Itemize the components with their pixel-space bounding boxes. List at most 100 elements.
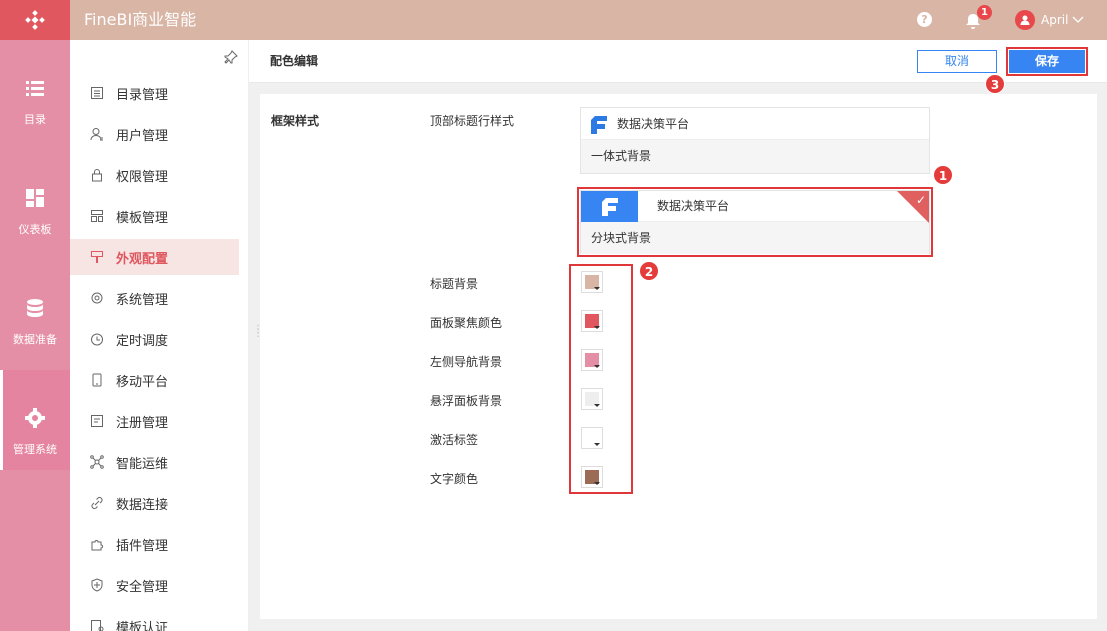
menu-item-label: 移动平台 bbox=[116, 374, 169, 390]
rail-label: 仪表板 bbox=[18, 223, 52, 236]
card-caption: 一体式背景 bbox=[581, 140, 929, 173]
color-picker[interactable] bbox=[581, 388, 603, 410]
menu-item-label: 注册管理 bbox=[116, 415, 169, 431]
card-caption: 分块式背景 bbox=[581, 222, 929, 254]
rail-item-dashboard[interactable]: 仪表板 bbox=[0, 150, 70, 250]
field-label: 顶部标题行样式 bbox=[430, 114, 515, 128]
menu-item-clock[interactable]: 定时调度 bbox=[70, 321, 239, 357]
mobile-icon bbox=[92, 373, 102, 387]
rail-item-admin[interactable]: 管理系统 bbox=[0, 370, 70, 470]
dropdown-caret-icon bbox=[594, 443, 600, 446]
rail-item-catalog[interactable]: 目录 bbox=[0, 40, 70, 140]
color-field-label: 标题背景 bbox=[430, 277, 479, 291]
user-avatar[interactable] bbox=[1015, 10, 1035, 30]
color-field-label: 文字颜色 bbox=[430, 472, 479, 486]
plugin-icon bbox=[91, 540, 103, 551]
lock-icon bbox=[92, 169, 102, 182]
menu-item-brush[interactable]: 外观配置 bbox=[70, 239, 239, 275]
catalog-icon bbox=[91, 87, 103, 99]
logo-icon bbox=[25, 10, 45, 30]
top-bar: FineBI商业智能 ? 1 April bbox=[0, 0, 1107, 40]
menu-item-label: 外观配置 bbox=[116, 251, 169, 267]
menu-item-label: 用户管理 bbox=[116, 128, 169, 144]
chevron-down-icon[interactable] bbox=[1072, 14, 1084, 26]
settings-icon bbox=[91, 292, 103, 304]
menu-item-label: 目录管理 bbox=[116, 87, 169, 103]
color-field-label: 左侧导航背景 bbox=[430, 355, 503, 369]
color-picker[interactable] bbox=[581, 349, 603, 371]
save-button[interactable]: 保存 bbox=[1009, 50, 1085, 73]
cancel-button[interactable]: 取消 bbox=[917, 50, 997, 73]
menu-item-catalog[interactable]: 目录管理 bbox=[70, 75, 239, 111]
check-icon: ✓ bbox=[915, 193, 926, 207]
section-label: 框架样式 bbox=[271, 114, 320, 128]
gear-icon bbox=[25, 408, 45, 428]
menu-item-register[interactable]: 注册管理 bbox=[70, 403, 239, 439]
logo[interactable] bbox=[0, 0, 70, 40]
color-field-label: 面板聚焦颜色 bbox=[430, 316, 503, 330]
color-field-label: 激活标签 bbox=[430, 433, 479, 447]
rail-label: 目录 bbox=[24, 113, 46, 126]
rail-label: 管理系统 bbox=[13, 443, 57, 456]
menu-item-shield[interactable]: 安全管理 bbox=[70, 567, 239, 603]
cert-icon bbox=[91, 620, 104, 631]
menu-item-plugin[interactable]: 插件管理 bbox=[70, 526, 239, 562]
user-icon bbox=[1020, 15, 1030, 25]
brand-logo-icon bbox=[591, 116, 607, 134]
rail-item-data-prep[interactable]: 数据准备 bbox=[0, 260, 70, 360]
menu-item-label: 定时调度 bbox=[116, 333, 169, 349]
menu-item-mobile[interactable]: 移动平台 bbox=[70, 362, 239, 398]
network-icon bbox=[90, 455, 104, 469]
register-icon bbox=[91, 415, 103, 427]
color-field-label: 悬浮面板背景 bbox=[430, 394, 503, 408]
style-option-split[interactable]: 数据决策平台 ✓ 分块式背景 bbox=[580, 190, 930, 254]
shield-icon bbox=[91, 578, 103, 592]
menu-item-lock[interactable]: 权限管理 bbox=[70, 157, 239, 193]
menu-item-template[interactable]: 模板管理 bbox=[70, 198, 239, 234]
list-icon bbox=[26, 81, 44, 96]
link-icon bbox=[91, 497, 103, 509]
style-option-integrated[interactable]: 数据决策平台 一体式背景 bbox=[580, 107, 930, 174]
editor-header: 配色编辑 取消 保存 bbox=[249, 40, 1107, 83]
menu-item-label: 模板管理 bbox=[116, 210, 169, 226]
menu-item-settings[interactable]: 系统管理 bbox=[70, 280, 239, 316]
callout-badge: 1 bbox=[933, 165, 953, 185]
menu-item-label: 数据连接 bbox=[116, 497, 169, 513]
brand-block bbox=[581, 191, 638, 222]
rail-label: 数据准备 bbox=[13, 333, 57, 346]
app-title: FineBI商业智能 bbox=[84, 10, 197, 29]
card-brand-text: 数据决策平台 bbox=[657, 199, 730, 213]
color-picker[interactable] bbox=[581, 427, 603, 449]
swatch-highlight bbox=[569, 264, 633, 494]
dropdown-caret-icon bbox=[594, 404, 600, 407]
dropdown-caret-icon bbox=[594, 365, 600, 368]
menu-item-label: 智能运维 bbox=[116, 456, 169, 472]
dropdown-caret-icon bbox=[594, 287, 600, 290]
callout-badge: 3 bbox=[985, 74, 1005, 94]
dropdown-caret-icon bbox=[594, 326, 600, 329]
database-icon bbox=[27, 299, 43, 317]
menu-item-label: 系统管理 bbox=[116, 292, 169, 308]
notification-badge: 1 bbox=[977, 5, 992, 20]
brand-logo-icon bbox=[601, 197, 618, 216]
menu-item-label: 模板认证 bbox=[116, 620, 169, 631]
menu-item-label: 安全管理 bbox=[116, 579, 169, 595]
menu-item-cert[interactable]: 模板认证 bbox=[70, 608, 239, 631]
brush-icon bbox=[91, 251, 103, 263]
menu-item-label: 插件管理 bbox=[116, 538, 169, 554]
color-picker[interactable] bbox=[581, 466, 603, 488]
help-icon[interactable]: ? bbox=[917, 12, 932, 27]
user-name[interactable]: April bbox=[1041, 0, 1068, 40]
page-title: 配色编辑 bbox=[270, 54, 319, 68]
pin-icon[interactable] bbox=[224, 50, 238, 64]
menu-item-link[interactable]: 数据连接 bbox=[70, 485, 239, 521]
dropdown-caret-icon bbox=[594, 482, 600, 485]
menu-item-label: 权限管理 bbox=[116, 169, 169, 185]
color-picker[interactable] bbox=[581, 271, 603, 293]
user-icon bbox=[90, 128, 103, 141]
left-rail: 目录 仪表板 数据准备 管理系统 bbox=[0, 40, 70, 631]
menu-item-network[interactable]: 智能运维 bbox=[70, 444, 239, 480]
clock-icon bbox=[91, 333, 103, 346]
menu-item-user[interactable]: 用户管理 bbox=[70, 116, 239, 152]
color-picker[interactable] bbox=[581, 310, 603, 332]
